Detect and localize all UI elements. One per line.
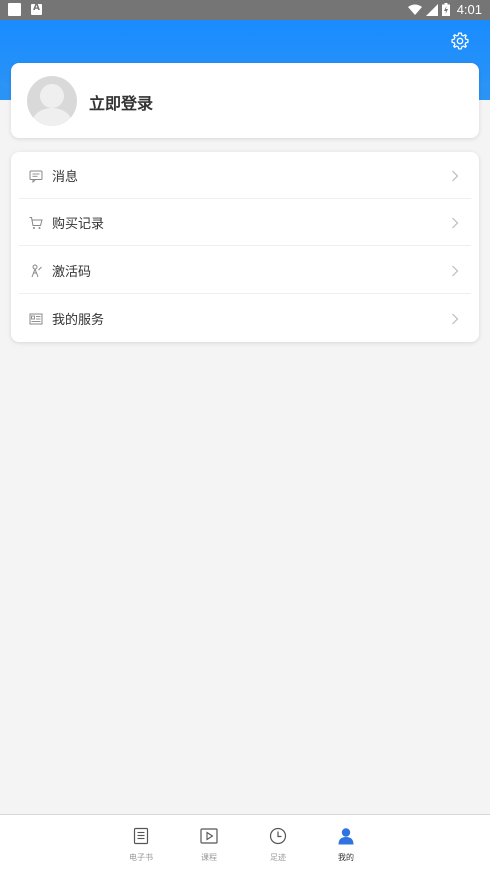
menu-item-label: 消息: [52, 170, 79, 185]
activation-icon: [31, 264, 42, 277]
clock-icon: [269, 827, 287, 845]
login-card[interactable]: 立即登录: [11, 63, 479, 138]
chevron-right-icon: [452, 170, 459, 181]
default-avatar-icon[interactable]: [27, 76, 77, 126]
menu-item-label: 购买记录: [52, 217, 105, 232]
gear-icon[interactable]: [450, 31, 470, 51]
login-button[interactable]: 立即登录: [89, 90, 153, 114]
menu-item-my-services[interactable]: 我的服务: [11, 295, 479, 342]
bottom-tab-bar: 电子书 课程 足迹 我的: [0, 814, 490, 872]
chevron-right-icon: [452, 313, 459, 324]
tab-mine[interactable]: 我的: [316, 815, 376, 872]
notification-icon: [8, 3, 21, 16]
menu-item-messages[interactable]: 消息: [11, 152, 479, 199]
menu-card: 消息 购买记录 激活码 我的服务: [11, 152, 479, 342]
cart-icon: [29, 216, 43, 229]
menu-item-purchase-history[interactable]: 购买记录: [11, 199, 479, 246]
tab-history[interactable]: 足迹: [248, 815, 308, 872]
signal-icon: [425, 3, 438, 16]
battery-icon: [441, 3, 450, 16]
menu-item-label: 激活码: [52, 265, 92, 280]
tab-label: 我的: [338, 853, 354, 862]
tab-label: 电子书: [129, 853, 153, 862]
chevron-right-icon: [452, 265, 459, 276]
user-icon: [338, 828, 354, 845]
tab-course[interactable]: 课程: [179, 815, 239, 872]
tab-ebook[interactable]: 电子书: [111, 815, 171, 872]
menu-item-activation-code[interactable]: 激活码: [11, 247, 479, 294]
message-icon: [29, 170, 43, 183]
tab-label: 课程: [201, 853, 217, 862]
status-bar: 4:01: [0, 0, 490, 20]
tab-label: 足迹: [270, 853, 286, 862]
chevron-right-icon: [452, 217, 459, 228]
wifi-icon: [407, 4, 422, 15]
course-play-icon: [200, 828, 218, 844]
ebook-icon: [133, 827, 149, 845]
menu-item-label: 我的服务: [52, 313, 105, 328]
status-time: 4:01: [456, 2, 482, 17]
service-icon: [29, 313, 43, 324]
app-notification-icon: [31, 3, 42, 15]
